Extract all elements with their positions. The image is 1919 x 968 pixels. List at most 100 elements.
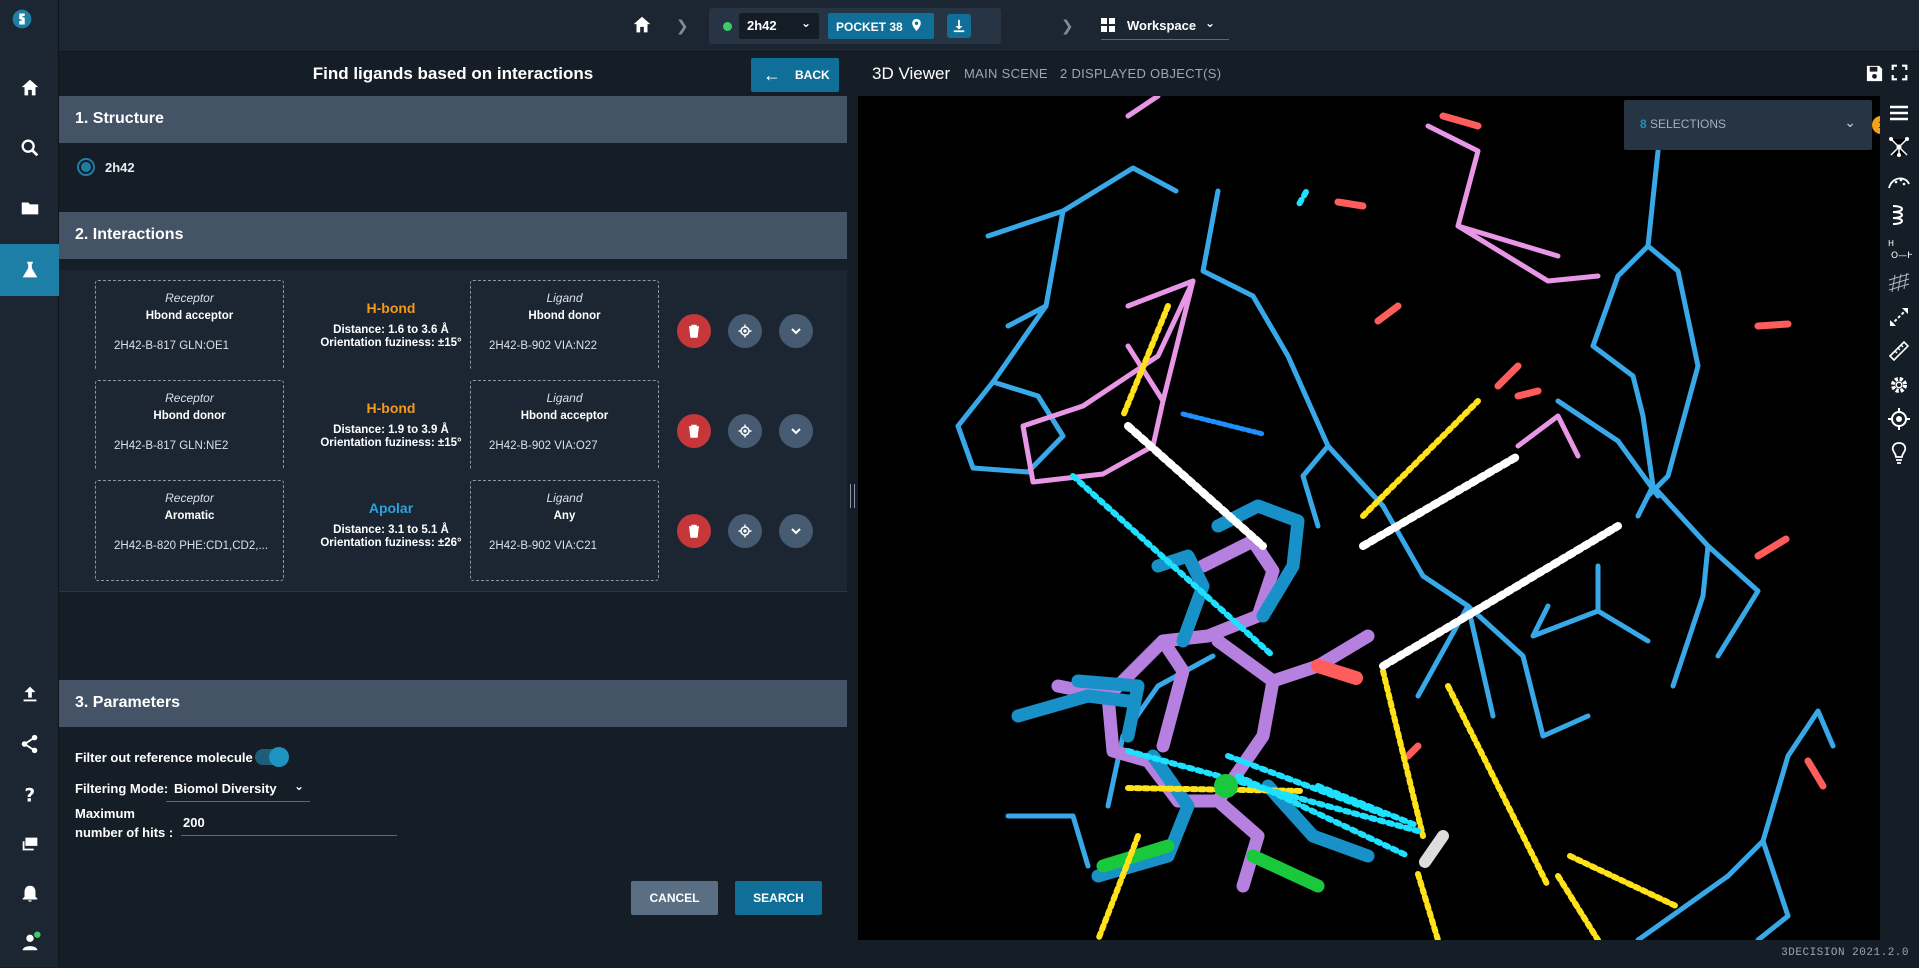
selections-label: SELECTIONS [1650,117,1727,131]
notifications-nav-button[interactable] [0,868,59,920]
receptor-box[interactable]: Receptor Hbond donor 2H42-B-817 GLN:NE2 [95,380,284,481]
receptor-role: Receptor [165,391,214,405]
receptor-atom: 2H42-B-817 GLN:OE1 [114,340,230,352]
user-icon [22,931,41,951]
footer: 3DECISION 2021.2.0 [59,940,1919,967]
svg-text:O—H: O—H [1891,251,1912,261]
receptor-type: Hbond acceptor [145,310,234,322]
locate-interaction-button[interactable] [728,314,762,348]
cancel-button[interactable]: CANCEL [631,881,718,915]
orientation-fuzziness: Orientation fuziness: ±26° [320,537,462,549]
max-hits-label: Maximum [75,806,135,821]
target-icon[interactable] [1883,404,1915,434]
structure-breadcrumb: 2h42 ⌄ POCKET 38 [709,8,1001,44]
breadcrumb-home-icon[interactable] [631,14,655,38]
top-bar: ❯ 2h42 ⌄ POCKET 38 ❯ Workspace ⌄ [59,0,1919,52]
download-button[interactable] [947,14,971,38]
tutorials-nav-button[interactable] [0,818,59,870]
crosshair-icon [738,524,752,538]
crosshair-icon [738,424,752,438]
upload-nav-button[interactable] [0,668,59,720]
breadcrumb-separator-icon: ❯ [1061,18,1074,35]
panel-title: Find ligands based on interactions [312,64,594,83]
radio-button[interactable] [77,158,95,176]
selections-count: 8 [1640,117,1647,131]
ligand-type: Hbond acceptor [520,410,609,422]
receptor-atom: 2H42-B-817 GLN:NE2 [114,440,229,452]
lightbulb-icon[interactable] [1883,438,1915,468]
home-nav-button[interactable] [0,62,59,114]
structure-select[interactable]: 2h42 ⌄ [739,13,819,39]
chevron-down-icon: ⌄ [293,779,304,793]
hamburger-menu-icon[interactable] [1883,98,1915,128]
ruler-icon[interactable] [1883,336,1915,366]
bell-icon [22,885,37,902]
status-dot [723,22,732,31]
delete-interaction-button[interactable] [677,414,711,448]
version-label: 3DECISION 2021.2.0 [1781,947,1909,959]
share-nav-button[interactable] [0,718,59,770]
locate-interaction-button[interactable] [728,514,762,548]
panel-splitter[interactable] [847,52,858,940]
expand-interaction-button[interactable] [779,514,813,548]
receptor-atom: 2H42-B-820 PHE:CD1,CD2,... [114,540,269,552]
section-interactions-header[interactable]: 2. Interactions [59,212,847,259]
save-icon[interactable] [1865,64,1885,84]
expand-interaction-button[interactable] [779,414,813,448]
home-icon [21,79,38,96]
workspace-select[interactable]: Workspace ⌄ [1101,12,1229,40]
ligand-search-panel: Find ligands based on interactions ← BAC… [59,52,847,940]
viewer-header: 3D Viewer MAIN SCENE 2 DISPLAYED OBJECT(… [858,52,1919,96]
structure-radio-option[interactable]: 2h42 [77,158,135,176]
receptor-box[interactable]: Receptor Aromatic 2H42-B-820 PHE:CD1,CD2,.… [95,480,284,581]
surface-icon[interactable] [1883,166,1915,196]
molecule-graph-icon[interactable] [1883,132,1915,162]
helix-icon[interactable] [1883,200,1915,230]
fullscreen-icon[interactable] [1891,64,1911,84]
ligand-role: Ligand [546,491,583,505]
ligand-box[interactable]: Ligand Hbond acceptor 2H42-B-902 VIA:O27 [470,380,659,481]
projects-nav-button[interactable] [0,182,59,234]
ligand-atom: 2H42-B-902 VIA:N22 [489,340,598,352]
interaction-kind: Apolar [368,500,414,516]
max-hits-input[interactable] [181,810,397,836]
locate-interaction-button[interactable] [728,414,762,448]
lab-nav-button[interactable] [0,244,59,296]
section-structure-header[interactable]: 1. Structure [59,96,847,143]
viewer-scene-tab[interactable]: MAIN SCENE [964,66,1048,81]
interaction-kind: H-bond [366,400,416,416]
distance-icon[interactable] [1883,302,1915,332]
trash-icon [689,324,699,338]
selections-dropdown[interactable]: 8 SELECTIONS ⌄ [1624,100,1872,150]
user-nav-button[interactable] [0,916,59,968]
receptor-box[interactable]: Receptor Hbond acceptor 2H42-B-817 GLN:OE1 [95,280,284,381]
download-icon [953,19,965,33]
workspace-label: Workspace [1127,18,1197,33]
search-button[interactable]: SEARCH [735,881,822,915]
grid-icon [1101,18,1115,32]
section-parameters-header[interactable]: 3. Parameters [59,680,847,727]
delete-interaction-button[interactable] [677,314,711,348]
ligand-box[interactable]: Ligand Hbond donor 2H42-B-902 VIA:N22 [470,280,659,381]
trash-icon [689,424,699,438]
delete-interaction-button[interactable] [677,514,711,548]
location-pin-icon [912,19,921,34]
app-logo[interactable] [11,8,47,48]
ligand-box[interactable]: Ligand Any 2H42-B-902 VIA:C21 [470,480,659,581]
expand-interaction-button[interactable] [779,314,813,348]
back-button[interactable]: ← BACK [751,58,839,92]
molecule-3d-canvas[interactable] [858,96,1880,940]
pocket-badge[interactable]: POCKET 38 [828,13,934,39]
mesh-surface-icon[interactable] [1883,268,1915,298]
filter-reference-toggle[interactable] [255,747,289,767]
resize-handle[interactable] [850,484,855,508]
interaction-summary: H-bond Distance: 1.6 to 3.6 Å Orientation … [298,300,484,350]
help-nav-button[interactable]: ? [0,768,59,820]
ligand-atom: 2H42-B-902 VIA:C21 [489,540,598,552]
gear-icon[interactable] [1883,370,1915,400]
filtering-mode-select[interactable]: Biomol Diversity ⌄ [166,776,310,802]
filtering-mode-label: Filtering Mode: [75,781,169,796]
displayed-objects-count[interactable]: 2 DISPLAYED OBJECT(S) [1060,66,1221,81]
hydrogen-icon[interactable]: H O—H [1883,234,1915,264]
search-nav-button[interactable] [0,122,59,174]
